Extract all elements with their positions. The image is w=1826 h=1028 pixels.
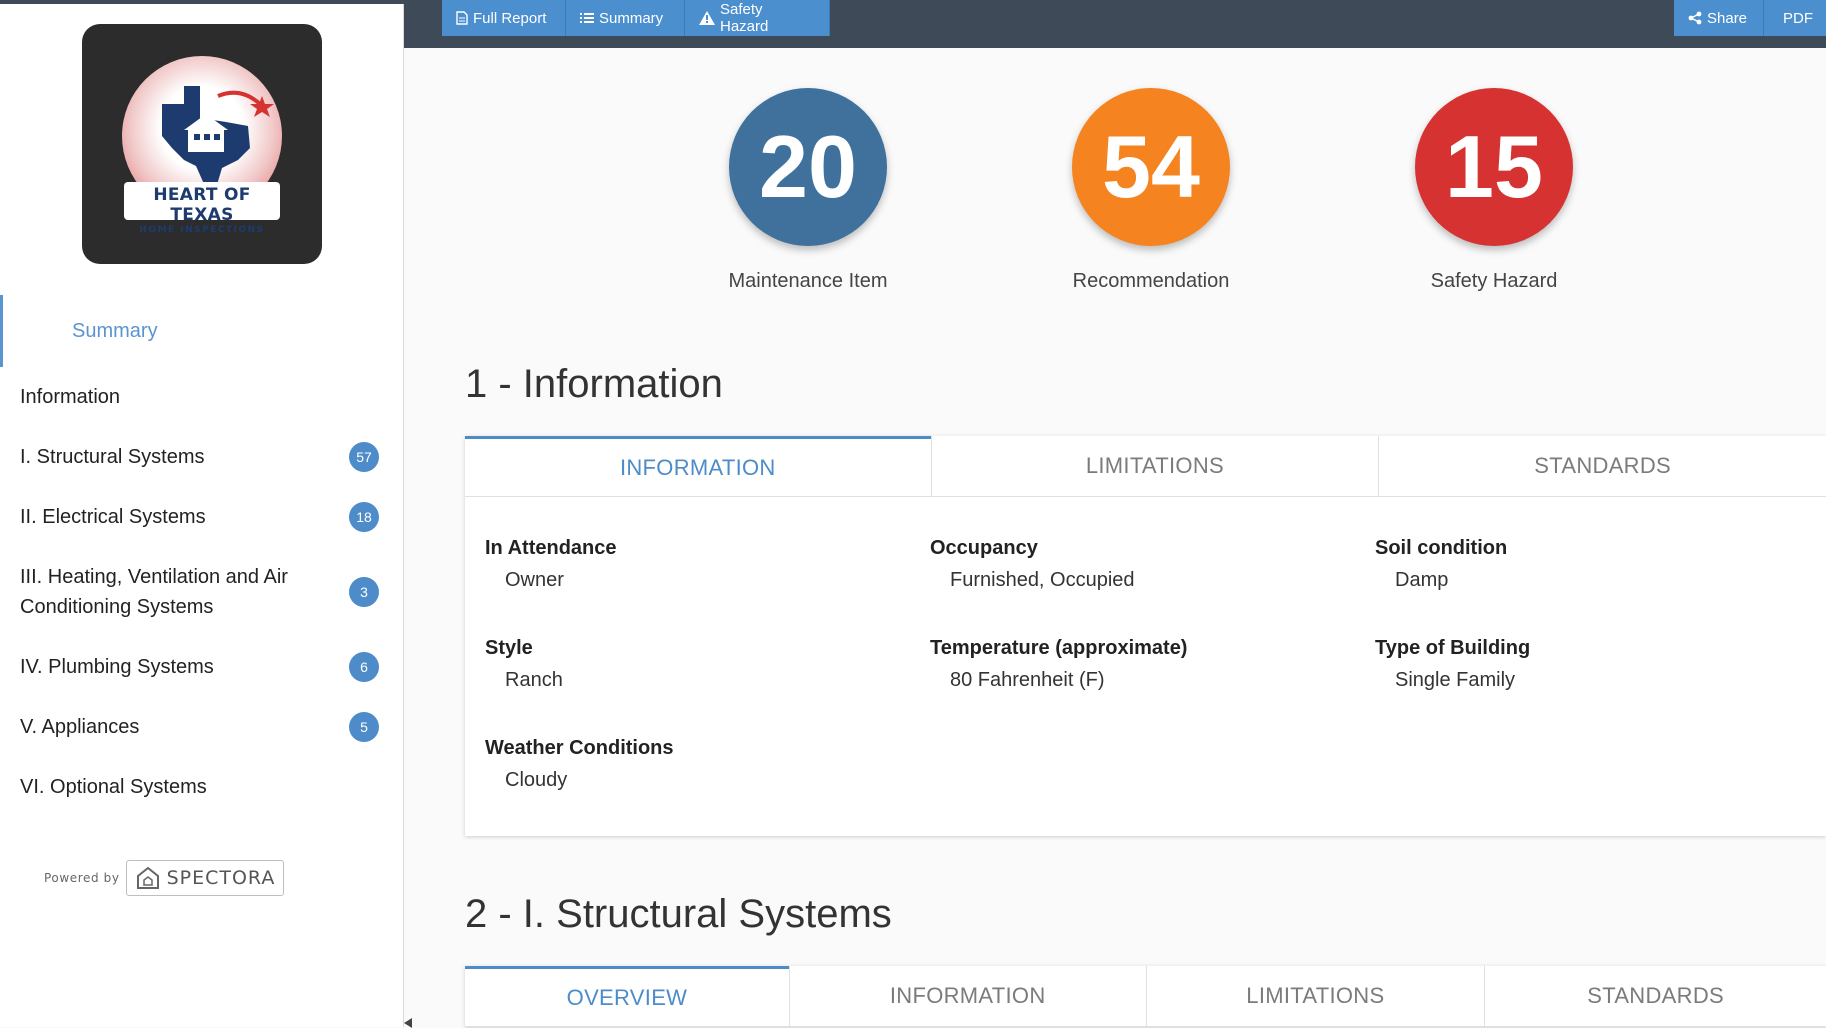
information-fields: In Attendance Owner Occupancy Furnished,… (465, 497, 1826, 837)
sidebar-item-label: Information (20, 385, 121, 408)
field-weather-conditions: Weather Conditions Cloudy (485, 737, 915, 792)
sidebar-item-optional-systems[interactable]: VI. Optional Systems (0, 757, 403, 817)
pdf-label: PDF (1783, 9, 1813, 27)
sidebar-item-label: Summary (72, 319, 158, 342)
sidebar-item-structural-systems[interactable]: I. Structural Systems 57 (0, 427, 403, 487)
safety-hazard-label: Safety Hazard (720, 1, 769, 35)
field-label: Occupancy (930, 537, 1038, 559)
information-tabs: INFORMATION LIMITATIONS STANDARDS (465, 436, 1826, 497)
spectora-house-icon (136, 866, 159, 889)
share-button[interactable]: Share (1674, 0, 1764, 36)
safety-hazard-count-circle: 15 (1415, 88, 1573, 246)
list-icon (580, 13, 594, 23)
document-icon (456, 11, 468, 25)
maintenance-item-score[interactable]: 20 Maintenance Item (698, 88, 918, 293)
recommendation-score[interactable]: 54 Recommendation (1041, 88, 1261, 293)
sidebar-item-label: I. Structural Systems (20, 445, 205, 468)
field-label: Soil condition (1375, 537, 1508, 559)
sidebar-item-label: VI. Optional Systems (20, 775, 207, 798)
field-value: 80 Fahrenheit (F) (950, 669, 1105, 691)
pdf-button[interactable]: PDF (1764, 0, 1826, 36)
tab-limitations[interactable]: LIMITATIONS (930, 436, 1379, 496)
sidebar-item-label: II. Electrical Systems (20, 505, 206, 528)
section-title-information: 1 - Information (465, 362, 723, 406)
field-occupancy: Occupancy Furnished, Occupied (930, 537, 1360, 592)
field-label: Type of Building (1375, 637, 1531, 659)
tab-standards[interactable]: STANDARDS (1484, 966, 1826, 1026)
tab-information[interactable]: INFORMATION (788, 966, 1146, 1026)
field-soil-condition: Soil condition Damp (1375, 537, 1805, 592)
field-value: Damp (1395, 569, 1449, 591)
field-label: Temperature (approximate) (930, 637, 1188, 659)
sidebar-item-plumbing-systems[interactable]: IV. Plumbing Systems 6 (0, 637, 403, 697)
powered-by-spectora[interactable]: Powered by SPECTORA (44, 860, 285, 896)
sidebar-item-electrical-systems[interactable]: II. Electrical Systems 18 (0, 487, 403, 547)
sidebar-item-label: V. Appliances (20, 715, 140, 738)
field-value: Single Family (1395, 669, 1516, 691)
tab-standards[interactable]: STANDARDS (1378, 436, 1826, 496)
field-label: In Attendance (485, 537, 617, 559)
field-style: Style Ranch (485, 637, 915, 692)
spectora-wordmark: SPECTORA (166, 867, 276, 889)
field-label: Weather Conditions (485, 737, 674, 759)
sidebar-item-summary[interactable]: Summary (0, 295, 403, 367)
full-report-label: Full Report (473, 9, 547, 27)
logo-subtitle: HOME INSPECTIONS (139, 225, 265, 235)
sidebar-item-hvac-systems[interactable]: III. Heating, Ventilation and Air Condit… (0, 547, 403, 637)
safety-hazard-label: Safety Hazard (1430, 270, 1558, 292)
sidebar-item-label: III. Heating, Ventilation and Air Condit… (20, 566, 288, 618)
field-type-of-building: Type of Building Single Family (1375, 637, 1805, 692)
sidebar-item-label: IV. Plumbing Systems (20, 655, 214, 678)
field-temperature: Temperature (approximate) 80 Fahrenheit … (930, 637, 1360, 692)
section-title-structural-systems: 2 - I. Structural Systems (465, 892, 892, 936)
tab-limitations[interactable]: LIMITATIONS (1145, 966, 1485, 1026)
sidebar-item-information[interactable]: Information (0, 367, 403, 427)
count-badge: 18 (349, 502, 379, 532)
field-value: Cloudy (505, 769, 568, 791)
sidebar-nav: Summary Information I. Structural System… (0, 295, 403, 817)
field-value: Furnished, Occupied (950, 569, 1135, 591)
maintenance-count-circle: 20 (729, 88, 887, 246)
field-value: Ranch (505, 669, 563, 691)
field-value: Owner (505, 569, 564, 591)
recommendation-count-circle: 54 (1072, 88, 1230, 246)
warning-icon (699, 11, 715, 25)
share-icon (1688, 11, 1702, 25)
logo-title: HEART OF TEXAS (153, 185, 251, 225)
tab-overview[interactable]: OVERVIEW (465, 966, 789, 1026)
company-logo[interactable]: HEART OF TEXAS HOME INSPECTIONS (82, 24, 322, 264)
tab-information[interactable]: INFORMATION (465, 436, 931, 496)
share-label: Share (1707, 9, 1748, 27)
count-badge: 5 (349, 712, 379, 742)
count-badge: 3 (349, 577, 379, 607)
sidebar: HEART OF TEXAS HOME INSPECTIONS Summary … (0, 4, 404, 1027)
recommendation-label: Recommendation (1072, 270, 1230, 292)
structural-tabs: OVERVIEW INFORMATION LIMITATIONS STANDAR… (465, 966, 1826, 1027)
report-toolbar: Full Report Summary Safety Hazard Share … (404, 0, 1826, 48)
spectora-logo: SPECTORA (125, 860, 285, 896)
field-label: Style (485, 637, 533, 659)
safety-hazard-button[interactable]: Safety Hazard (685, 0, 830, 36)
field-in-attendance: In Attendance Owner (485, 537, 915, 592)
safety-hazard-score[interactable]: 15 Safety Hazard (1384, 88, 1604, 293)
summary-label: Summary (599, 9, 664, 27)
logo-plate: HEART OF TEXAS HOME INSPECTIONS (124, 182, 280, 235)
count-badge: 57 (349, 442, 379, 472)
structural-systems-panel: OVERVIEW INFORMATION LIMITATIONS STANDAR… (465, 966, 1826, 1027)
count-badge: 6 (349, 652, 379, 682)
summary-button[interactable]: Summary (566, 0, 685, 36)
information-panel: INFORMATION LIMITATIONS STANDARDS In Att… (465, 436, 1826, 836)
powered-by-text: Powered by (44, 871, 120, 885)
full-report-button[interactable]: Full Report (442, 0, 566, 36)
sidebar-item-appliances[interactable]: V. Appliances 5 (0, 697, 403, 757)
maintenance-label: Maintenance Item (728, 270, 888, 292)
